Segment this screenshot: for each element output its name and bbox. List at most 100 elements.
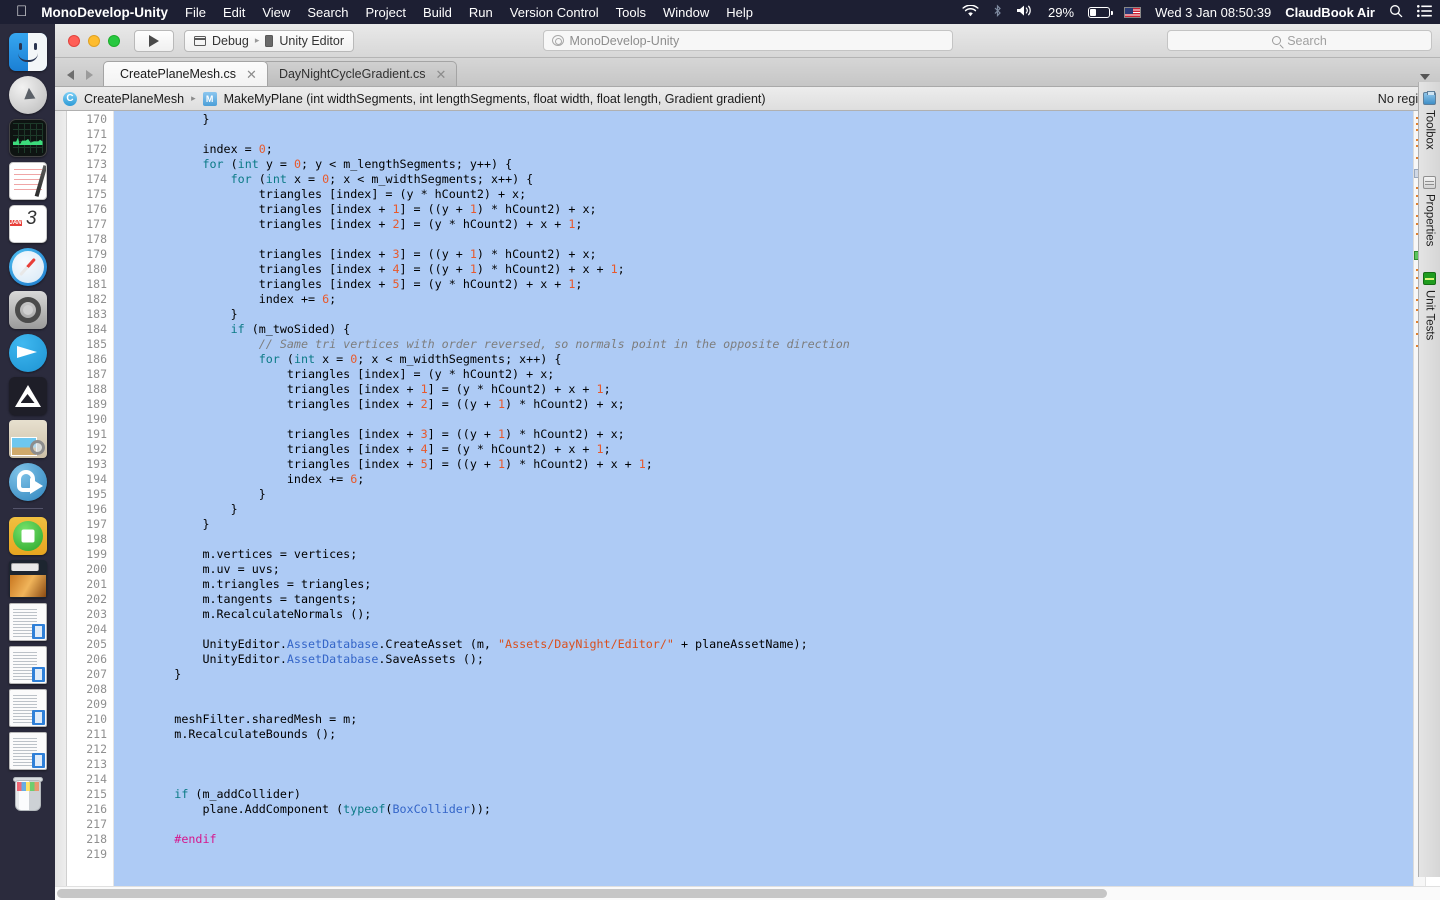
code-line[interactable]: if (m_twoSided) { bbox=[114, 322, 1413, 337]
run-button[interactable] bbox=[134, 29, 174, 52]
code-line[interactable]: meshFilter.sharedMesh = m; bbox=[114, 712, 1413, 727]
dock-item-activity-monitor[interactable] bbox=[6, 116, 50, 160]
code-line[interactable] bbox=[114, 772, 1413, 787]
close-icon[interactable]: ✕ bbox=[246, 68, 257, 81]
horizontal-scrollbar[interactable] bbox=[55, 886, 1440, 900]
menu-item-version-control[interactable]: Version Control bbox=[510, 5, 599, 20]
code-line[interactable]: for (int x = 0; x < m_widthSegments; x++… bbox=[114, 172, 1413, 187]
dock-item-telegram[interactable] bbox=[6, 331, 50, 375]
code-line[interactable]: } bbox=[114, 307, 1413, 322]
dock-item-launchpad[interactable]: ▲ bbox=[6, 73, 50, 117]
code-line[interactable] bbox=[114, 622, 1413, 637]
code-line[interactable]: for (int x = 0; x < m_widthSegments; x++… bbox=[114, 352, 1413, 367]
code-line[interactable]: } bbox=[114, 667, 1413, 682]
menu-item-project[interactable]: Project bbox=[366, 5, 406, 20]
minimize-window-button[interactable] bbox=[88, 34, 100, 47]
apple-logo-icon[interactable]:  bbox=[16, 4, 27, 19]
code-line[interactable]: m.vertices = vertices; bbox=[114, 547, 1413, 562]
dock-item-notes[interactable] bbox=[6, 159, 50, 203]
dock-item-calendar[interactable]: JAN 3 bbox=[6, 202, 50, 246]
code-line[interactable] bbox=[114, 817, 1413, 832]
arrow-left-icon[interactable] bbox=[67, 70, 74, 80]
code-line[interactable]: } bbox=[114, 502, 1413, 517]
code-line[interactable]: triangles [index + 3] = ((y + 1) * hCoun… bbox=[114, 427, 1413, 442]
pad-unit-tests[interactable]: Unit Tests bbox=[1421, 268, 1438, 344]
tab-day-night-cycle-gradient[interactable]: DayNightCycleGradient.cs ✕ bbox=[261, 61, 458, 86]
code-line[interactable]: m.RecalculateNormals (); bbox=[114, 607, 1413, 622]
code-line[interactable]: for (int y = 0; y < m_lengthSegments; y+… bbox=[114, 157, 1413, 172]
code-line[interactable] bbox=[114, 682, 1413, 697]
code-line[interactable]: #endif bbox=[114, 832, 1413, 847]
code-line[interactable]: m.RecalculateBounds (); bbox=[114, 727, 1413, 742]
menu-item-search[interactable]: Search bbox=[307, 5, 348, 20]
arrow-right-icon[interactable] bbox=[86, 70, 93, 80]
battery-icon[interactable] bbox=[1088, 6, 1114, 18]
breadcrumb-method-name[interactable]: MakeMyPlane (int widthSegments, int leng… bbox=[224, 92, 766, 106]
code-line[interactable] bbox=[114, 757, 1413, 772]
menu-item-file[interactable]: File bbox=[185, 5, 206, 20]
code-line[interactable]: triangles [index + 5] = ((y + 1) * hCoun… bbox=[114, 457, 1413, 472]
menu-item-window[interactable]: Window bbox=[663, 5, 709, 20]
code-line[interactable]: // Same tri vertices with order reversed… bbox=[114, 337, 1413, 352]
menu-item-help[interactable]: Help bbox=[726, 5, 753, 20]
code-line[interactable]: m.uv = uvs; bbox=[114, 562, 1413, 577]
code-line[interactable] bbox=[114, 742, 1413, 757]
menu-datetime[interactable]: Wed 3 Jan 08:50:39 bbox=[1155, 5, 1271, 20]
us-flag-icon[interactable] bbox=[1124, 6, 1142, 18]
code-line[interactable] bbox=[114, 697, 1413, 712]
code-line[interactable]: triangles [index + 4] = ((y + 1) * hCoun… bbox=[114, 262, 1413, 277]
code-line[interactable]: triangles [index] = (y * hCount2) + x; bbox=[114, 367, 1413, 382]
code-line[interactable]: index += 6; bbox=[114, 472, 1413, 487]
dock-item-monodevelop-unity[interactable] bbox=[6, 460, 50, 504]
menu-item-tools[interactable]: Tools bbox=[616, 5, 646, 20]
tab-create-plane-mesh[interactable]: CreatePlaneMesh.cs ✕ bbox=[103, 61, 268, 86]
dock-item-preview[interactable] bbox=[6, 417, 50, 461]
code-line[interactable]: triangles [index + 1] = (y * hCount2) + … bbox=[114, 382, 1413, 397]
code-line[interactable]: triangles [index + 1] = ((y + 1) * hCoun… bbox=[114, 202, 1413, 217]
code-line[interactable]: index += 6; bbox=[114, 292, 1413, 307]
code-line[interactable]: } bbox=[114, 112, 1413, 127]
menu-item-edit[interactable]: Edit bbox=[223, 5, 245, 20]
wifi-icon[interactable] bbox=[962, 3, 979, 20]
dock-item-document-2[interactable] bbox=[6, 643, 50, 687]
dock-item-document-3[interactable] bbox=[6, 686, 50, 730]
code-line[interactable]: } bbox=[114, 517, 1413, 532]
toolbar-search-input[interactable]: Search bbox=[1167, 30, 1432, 51]
dock-item-unity[interactable] bbox=[6, 374, 50, 418]
dock-item-system-preferences[interactable] bbox=[6, 288, 50, 332]
code-line[interactable] bbox=[114, 532, 1413, 547]
horizontal-scrollbar-thumb[interactable] bbox=[57, 889, 1107, 898]
dock-item-safari[interactable] bbox=[6, 245, 50, 289]
dock-item-trash[interactable] bbox=[6, 772, 50, 816]
close-icon[interactable]: ✕ bbox=[436, 68, 447, 81]
code-line[interactable]: triangles [index + 2] = (y * hCount2) + … bbox=[114, 217, 1413, 232]
code-line[interactable]: UnityEditor.AssetDatabase.CreateAsset (m… bbox=[114, 637, 1413, 652]
dock-item-installer[interactable] bbox=[6, 514, 50, 558]
code-line[interactable] bbox=[114, 412, 1413, 427]
notification-center-list-icon[interactable] bbox=[1417, 4, 1432, 20]
configuration-selector[interactable]: Debug ▸ Unity Editor bbox=[184, 29, 354, 52]
dock-item-document-1[interactable] bbox=[6, 600, 50, 644]
volume-icon[interactable] bbox=[1016, 4, 1034, 20]
menu-app-name[interactable]: MonoDevelop-Unity bbox=[41, 5, 168, 20]
menu-item-build[interactable]: Build bbox=[423, 5, 452, 20]
code-line[interactable]: triangles [index] = (y * hCount2) + x; bbox=[114, 187, 1413, 202]
pad-toolbox[interactable]: Toolbox bbox=[1421, 88, 1438, 154]
code-line[interactable]: triangles [index + 5] = (y * hCount2) + … bbox=[114, 277, 1413, 292]
code-text-area[interactable]: } index = 0; for (int y = 0; y < m_lengt… bbox=[114, 111, 1413, 886]
code-line[interactable]: triangles [index + 4] = (y * hCount2) + … bbox=[114, 442, 1413, 457]
maximize-window-button[interactable] bbox=[108, 34, 120, 47]
code-line[interactable]: triangles [index + 2] = ((y + 1) * hCoun… bbox=[114, 397, 1413, 412]
menu-item-view[interactable]: View bbox=[262, 5, 290, 20]
code-line[interactable] bbox=[114, 232, 1413, 247]
code-line[interactable] bbox=[114, 127, 1413, 142]
menu-item-run[interactable]: Run bbox=[469, 5, 493, 20]
code-line[interactable]: if (m_addCollider) bbox=[114, 787, 1413, 802]
bluetooth-icon[interactable] bbox=[993, 4, 1002, 21]
dock-item-document-4[interactable] bbox=[6, 729, 50, 773]
close-window-button[interactable] bbox=[68, 34, 80, 47]
dock-item-downloads-folder[interactable] bbox=[6, 557, 50, 601]
code-line[interactable]: } bbox=[114, 487, 1413, 502]
status-display[interactable]: MonoDevelop-Unity bbox=[542, 30, 953, 51]
spotlight-search-icon[interactable] bbox=[1389, 4, 1403, 21]
